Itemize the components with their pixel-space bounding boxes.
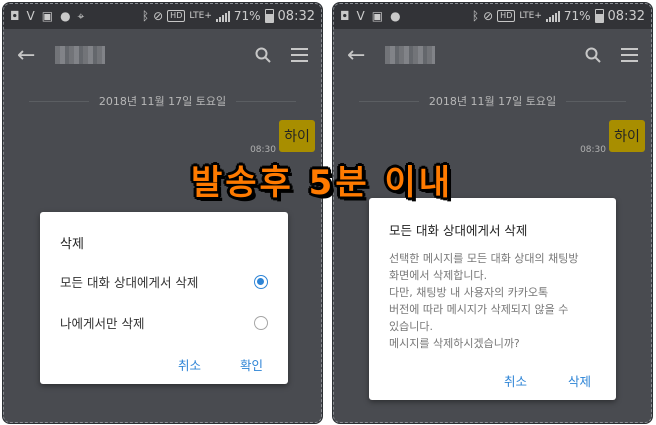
cancel-button[interactable]: 취소	[504, 371, 527, 390]
radio-unselected-icon[interactable]	[254, 315, 268, 330]
option-delete-for-all[interactable]: 모든 대화 상대에게서 삭제	[60, 272, 268, 291]
left-phone-screen: ◘ V ▣ ● ⌖ ᛒ ⊘ HD LTE+ 71% 08:32 ← 2018년 …	[3, 3, 322, 423]
message-line: 있습니다.	[389, 320, 433, 333]
dialog-title: 모든 대화 상대에게서 삭제	[389, 223, 528, 238]
delete-button[interactable]: 삭제	[568, 371, 591, 390]
message-line: 선택한 메시지를 모든 대화 상대의 채팅방	[389, 252, 579, 265]
dialog-message: 선택한 메시지를 모든 대화 상대의 채팅방 화면에서 삭제합니다. 다만, 채…	[389, 250, 596, 352]
confirm-button[interactable]: 확인	[240, 355, 263, 374]
option-label: 나에게서만 삭제	[60, 316, 145, 331]
option-label: 모든 대화 상대에게서 삭제	[60, 275, 199, 290]
message-line: 다만, 채팅방 내 사용자의 카카오톡	[389, 286, 549, 299]
message-line: 버전에 따라 메시지가 삭제되지 않을 수	[389, 303, 569, 316]
radio-selected-icon[interactable]	[254, 274, 268, 289]
message-line: 메시지를 삭제하시겠습니까?	[389, 337, 520, 350]
right-phone-screen: ◘ V ▣ ● ᛒ ⊘ HD LTE+ 71% 08:32 ← 2018년 11…	[333, 3, 652, 423]
option-delete-for-me[interactable]: 나에게서만 삭제	[60, 313, 268, 332]
overlay-caption: 발송후 5분 이내	[191, 163, 454, 203]
delete-confirm-dialog: 모든 대화 상대에게서 삭제 선택한 메시지를 모든 대화 상대의 채팅방 화면…	[369, 198, 616, 400]
dialog-title: 삭제	[60, 237, 84, 252]
cancel-button[interactable]: 취소	[178, 355, 201, 374]
message-line: 화면에서 삭제합니다.	[389, 269, 488, 282]
delete-dialog: 삭제 모든 대화 상대에게서 삭제 나에게서만 삭제 취소 확인	[40, 212, 288, 384]
